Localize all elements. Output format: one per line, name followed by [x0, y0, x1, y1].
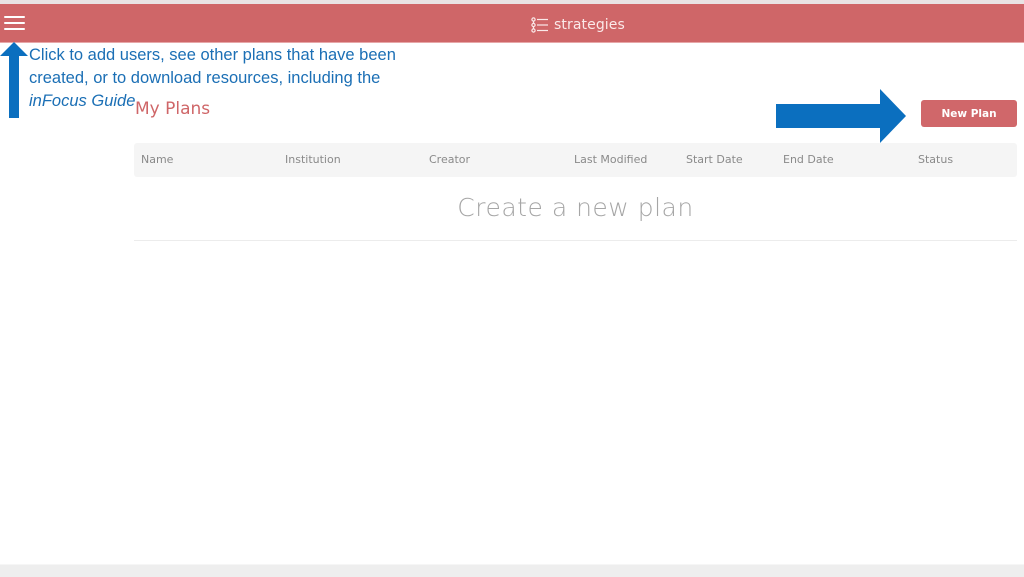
list-tree-icon	[531, 17, 548, 33]
column-header-creator[interactable]: Creator	[429, 153, 470, 166]
app-header: strategies	[0, 4, 1024, 43]
table-divider	[134, 240, 1017, 241]
annotation-callout: Click to add users, see other plans that…	[29, 44, 429, 113]
annotation-line-2: created, or to download resources, inclu…	[29, 69, 381, 87]
hamburger-menu-icon-bar	[4, 28, 25, 30]
column-header-name[interactable]: Name	[141, 153, 173, 166]
bottom-bar	[0, 564, 1024, 577]
column-header-institution[interactable]: Institution	[285, 153, 341, 166]
page-title: My Plans	[135, 99, 211, 119]
annotation-arrow-up-icon	[0, 42, 28, 118]
brand-logo[interactable]: strategies	[531, 15, 625, 35]
column-header-last-modified[interactable]: Last Modified	[574, 153, 647, 166]
column-header-start-date[interactable]: Start Date	[686, 153, 743, 166]
column-header-end-date[interactable]: End Date	[783, 153, 834, 166]
hamburger-menu-icon	[4, 16, 25, 18]
hamburger-menu-button[interactable]	[4, 14, 25, 32]
hamburger-menu-icon-bar	[4, 22, 25, 24]
column-header-status[interactable]: Status	[918, 153, 953, 166]
annotation-arrow-right-icon	[776, 89, 906, 143]
brand-name: strategies	[554, 17, 625, 33]
new-plan-button[interactable]: New Plan	[921, 100, 1017, 127]
annotation-line-1: Click to add users, see other plans that…	[29, 46, 396, 64]
empty-state-message[interactable]: Create a new plan	[134, 193, 1017, 222]
annotation-line-3: inFocus Guide	[29, 92, 136, 110]
plans-table-header: Name Institution Creator Last Modified S…	[134, 143, 1017, 177]
